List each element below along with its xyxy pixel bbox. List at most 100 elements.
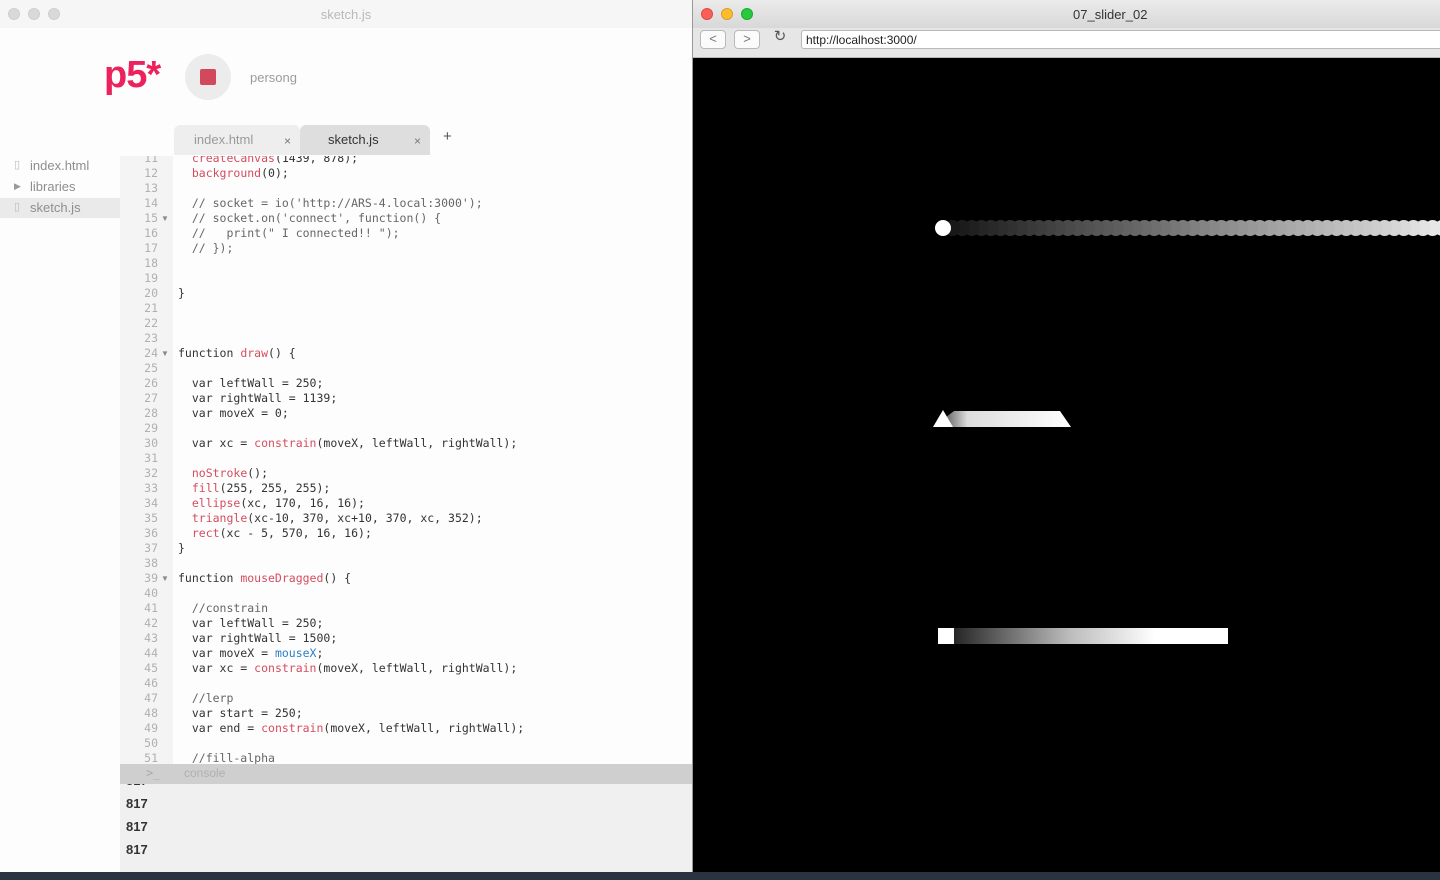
code-line: //constrain xyxy=(178,601,269,615)
code-line: var rightWall = 1500; xyxy=(178,631,338,645)
sketch-name[interactable]: persong xyxy=(250,70,297,85)
code-line: var end = constrain(moveX, leftWall, rig… xyxy=(178,721,525,735)
stop-icon xyxy=(200,69,216,85)
line-number: 20 xyxy=(144,286,158,300)
line-number: 42 xyxy=(144,616,158,630)
minimize-window-button[interactable] xyxy=(721,8,733,20)
code-line: // print(" I connected!! "); xyxy=(178,226,400,240)
code-line: var xc = constrain(moveX, leftWall, righ… xyxy=(178,436,518,450)
line-number: 49 xyxy=(144,721,158,735)
line-number: 11 xyxy=(144,156,158,165)
line-number: 43 xyxy=(144,631,158,645)
editor-window-title: sketch.js xyxy=(320,7,372,22)
line-number: 36 xyxy=(144,526,158,540)
tab-label: index.html xyxy=(194,132,254,147)
sidebar-item-sketch-js[interactable]: ▯ sketch.js xyxy=(0,198,120,218)
code-line: rect(xc - 5, 570, 16, 16); xyxy=(191,526,372,540)
code-line: // socket.on('connect', function() { xyxy=(178,211,442,225)
code-line: var rightWall = 1139; xyxy=(178,391,338,405)
folder-triangle-icon: ▶ xyxy=(14,181,21,191)
code-line: //fill-alpha xyxy=(178,751,275,764)
rect-head xyxy=(938,628,954,644)
triangle-trail xyxy=(933,410,1071,427)
line-number: 48 xyxy=(144,706,158,720)
file-label: sketch.js xyxy=(30,200,81,215)
url-input[interactable] xyxy=(801,30,1440,49)
ellipse-trail xyxy=(935,220,1440,236)
line-number: 51 xyxy=(144,751,158,764)
code-line: var leftWall = 250; xyxy=(178,376,324,390)
rect-trail xyxy=(938,628,1228,644)
fold-arrow-icon[interactable]: ▼ xyxy=(161,571,169,586)
line-number: 17 xyxy=(144,241,158,255)
close-tab-icon[interactable]: × xyxy=(414,127,421,155)
line-number: 27 xyxy=(144,391,158,405)
code-line: var start = 250; xyxy=(178,706,303,720)
console-log-line: 817 xyxy=(126,784,148,788)
line-number: 34 xyxy=(144,496,158,510)
line-number: 22 xyxy=(144,316,158,330)
line-number: 18 xyxy=(144,256,158,270)
line-number: 38 xyxy=(144,556,158,570)
line-number: 13 xyxy=(144,181,158,195)
browser-window-title: 07_slider_02 xyxy=(1073,7,1148,22)
line-number: 31 xyxy=(144,451,158,465)
code-line: } xyxy=(178,286,185,300)
code-line: background(0); xyxy=(191,166,289,180)
browser-titlebar: 07_slider_02 xyxy=(693,0,1440,28)
close-window-button[interactable] xyxy=(701,8,713,20)
line-number: 33 xyxy=(144,481,158,495)
line-number: 44 xyxy=(144,646,158,660)
stop-button[interactable] xyxy=(185,54,231,100)
line-number: 16 xyxy=(144,226,158,240)
line-number: 30 xyxy=(144,436,158,450)
line-number: 21 xyxy=(144,301,158,315)
line-number: 28 xyxy=(144,406,158,420)
console-header[interactable]: >_ console xyxy=(120,764,692,784)
line-number: 29 xyxy=(144,421,158,435)
line-number: 46 xyxy=(144,676,158,690)
code-line: } xyxy=(178,541,185,555)
code-line: // }); xyxy=(178,241,234,255)
fold-arrow-icon[interactable]: ▼ xyxy=(161,211,169,226)
zoom-window-button[interactable] xyxy=(741,8,753,20)
line-number: 41 xyxy=(144,601,158,615)
code-editor[interactable]: createCanvas(1439, 878); background(0); … xyxy=(173,156,692,764)
tab-index-html[interactable]: index.html × xyxy=(174,125,300,155)
p5-editor-window: sketch.js p5* persong index.html × sketc… xyxy=(0,0,692,880)
forward-button[interactable]: > xyxy=(734,30,760,49)
line-number: 24 xyxy=(144,346,158,360)
line-number: 26 xyxy=(144,376,158,390)
code-line: var moveX = mouseX; xyxy=(178,646,324,660)
line-number: 23 xyxy=(144,331,158,345)
line-number: 39 xyxy=(144,571,158,585)
sketch-canvas[interactable] xyxy=(693,58,1440,872)
line-number: 19 xyxy=(144,271,158,285)
line-number: 15 xyxy=(144,211,158,225)
file-label: index.html xyxy=(30,158,90,173)
close-tab-icon[interactable]: × xyxy=(284,127,291,155)
desktop-background xyxy=(0,872,1440,880)
file-sidebar: ▯ index.html ▶ libraries ▯ sketch.js xyxy=(0,156,120,766)
console-output: 817 817 817 817 xyxy=(120,784,692,880)
console-log-line: 817 xyxy=(126,796,148,811)
sidebar-item-libraries[interactable]: ▶ libraries xyxy=(0,177,120,197)
tab-sketch-js[interactable]: sketch.js × xyxy=(300,125,430,155)
rect-trail-band xyxy=(938,628,1228,644)
back-button[interactable]: < xyxy=(700,30,726,49)
tab-label: sketch.js xyxy=(328,132,379,147)
fold-arrow-icon[interactable]: ▼ xyxy=(161,346,169,361)
reload-icon[interactable]: ↻ xyxy=(769,29,791,48)
sidebar-item-index-html[interactable]: ▯ index.html xyxy=(0,156,120,176)
code-line: triangle(xc-10, 370, xc+10, 370, xc, 352… xyxy=(191,511,483,525)
line-number: 45 xyxy=(144,661,158,675)
p5-logo: p5* xyxy=(104,54,161,96)
ellipse-head xyxy=(935,220,951,236)
line-number: 32 xyxy=(144,466,158,480)
console-label: console xyxy=(184,766,226,780)
file-icon: ▯ xyxy=(14,159,21,171)
line-number: 50 xyxy=(144,736,158,750)
file-icon: ▯ xyxy=(14,201,21,213)
add-tab-button[interactable]: + xyxy=(443,128,452,145)
code-line: var moveX = 0; xyxy=(178,406,289,420)
